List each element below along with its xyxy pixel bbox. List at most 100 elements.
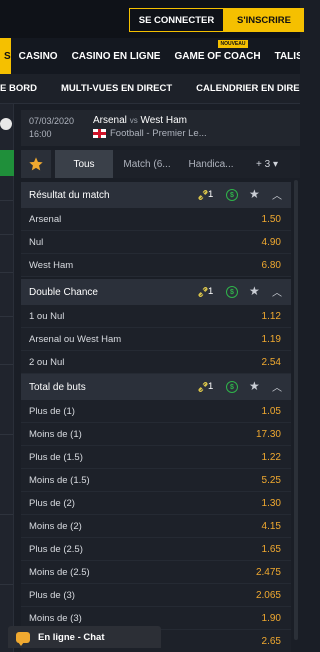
market-total-buts: Total de buts 1 $ ★ ︿ Plus de (1) 1.05 Mo… [21,374,291,652]
selection-label: Plus de (2.5) [29,544,83,555]
sidebar [0,104,14,652]
market-title: Résultat du match [29,189,110,201]
odds-row[interactable]: 2 ou Nul 2.54 [21,351,291,374]
market-header[interactable]: Total de buts 1 $ ★ ︿ [21,374,291,400]
sub-nav-multi-vues[interactable]: MULTI-VUES EN DIRECT [61,83,172,94]
odds-row[interactable]: Arsenal 1.50 [21,208,291,231]
odds-value: 4.90 [261,237,281,248]
market-header[interactable]: Double Chance 1 $ ★ ︿ [21,279,291,305]
selection-label: Plus de (2) [29,498,75,509]
selection-label: Moins de (3) [29,613,82,624]
odds-value: 2.065 [255,590,281,601]
chevron-up-icon[interactable]: ︿ [272,284,282,299]
chevron-up-icon[interactable]: ︿ [272,379,282,394]
nav-item-active[interactable]: S [0,38,11,74]
sub-nav-tableau-de-bord[interactable]: E BORD [0,83,37,94]
sidebar-divider [0,234,13,235]
selection-label: Moins de (2.5) [29,567,90,578]
away-team: West Ham [140,115,187,126]
chevron-up-icon[interactable]: ︿ [272,187,282,202]
match-time: 16:00 [29,129,52,139]
selection-label: 2 ou Nul [29,357,65,368]
star-icon[interactable]: ★ [249,187,260,201]
sidebar-divider [0,272,13,273]
sidebar-divider [0,316,13,317]
odds-value: 5.25 [261,475,281,486]
tab-tous[interactable]: Tous [55,150,113,178]
odds-value: 17.30 [255,429,281,440]
selection-label: Plus de (3) [29,590,75,601]
selection-label: Moins de (2) [29,521,82,532]
chat-bubble-icon [16,631,30,646]
odds-row[interactable]: West Ham 6.80 [21,254,291,277]
signup-button[interactable]: S'INSCRIRE [224,8,304,32]
star-icon [29,157,43,171]
selection-label: Plus de (1) [29,406,75,417]
odds-row[interactable]: Plus de (2) 1.30 [21,492,291,515]
sidebar-divider [0,200,13,201]
odds-row[interactable]: Nul 4.90 [21,231,291,254]
star-icon[interactable]: ★ [249,284,260,298]
odds-row[interactable]: Plus de (3) 2.065 [21,584,291,607]
odds-value: 1.12 [261,311,281,322]
tab-match[interactable]: Match (6... [117,150,177,178]
scrollbar[interactable] [294,180,298,640]
odds-row[interactable]: Moins de (2.5) 2.475 [21,561,291,584]
odds-row[interactable]: Moins de (1) 17.30 [21,423,291,446]
sidebar-divider [0,364,13,365]
dollar-icon: $ [226,189,238,201]
odds-value: 1.50 [261,214,281,225]
favorites-tab[interactable] [21,150,51,178]
selection-label: Moins de (1) [29,429,82,440]
market-header[interactable]: Résultat du match 1 $ ★ ︿ [21,182,291,208]
competition-label: Football - Premier Le... [110,128,207,139]
odds-value: 1.30 [261,498,281,509]
selection-label: Arsenal [29,214,62,225]
home-team: Arsenal [93,115,127,126]
sidebar-divider [0,584,13,585]
selection-label: Moins de (1.5) [29,475,90,486]
sidebar-divider [0,434,13,435]
odds-row[interactable]: Plus de (2.5) 1.65 [21,538,291,561]
odds-value: 1.90 [261,613,281,624]
chat-button[interactable]: En ligne - Chat [8,626,161,648]
market-title: Total de buts [29,381,86,393]
odds-value: 2.475 [255,567,281,578]
odds-value: 1.65 [261,544,281,555]
chat-label: En ligne - Chat [38,631,105,643]
nav-item-talisman[interactable]: TALISMAN [275,51,300,62]
match-header[interactable]: 07/03/2020 16:00 Arsenal vs West Ham Foo… [21,110,300,146]
link-count: 1 [208,189,214,200]
new-badge: NOUVEAU [218,39,248,48]
match-date: 07/03/2020 [29,116,75,126]
top-bar: SE CONNECTER S'INSCRIRE [0,0,304,38]
odds-row[interactable]: Arsenal ou West Ham 1.19 [21,328,291,351]
selection-label: 1 ou Nul [29,311,65,322]
odds-row[interactable]: Plus de (1) 1.05 [21,400,291,423]
nav-item-label: GAME OF COACH [174,50,261,62]
odds-value: 1.05 [261,406,281,417]
odds-value: 6.80 [261,260,281,271]
selection-label: Arsenal ou West Ham [29,334,122,345]
sidebar-divider [0,514,13,515]
login-button[interactable]: SE CONNECTER [129,8,224,32]
match-competition: Football - Premier Le... [93,128,207,139]
nav-item-casino-en-ligne[interactable]: CASINO EN LIGNE [72,51,161,62]
link-icon [198,190,208,200]
selection-label: Nul [29,237,44,248]
odds-row[interactable]: Plus de (1.5) 1.22 [21,446,291,469]
sidebar-toggle[interactable] [0,118,12,130]
odds-row[interactable]: Moins de (1.5) 5.25 [21,469,291,492]
tab-more[interactable]: + 3 ▾ [245,150,289,178]
sub-nav-calendrier[interactable]: CALENDRIER EN DIRECT [196,83,300,94]
nav-item-casino[interactable]: CASINO [19,51,58,62]
odds-row[interactable]: 1 ou Nul 1.12 [21,305,291,328]
nav-item-game-of-coach[interactable]: GAME OF COACH NOUVEAU [174,39,261,62]
market-resultat: Résultat du match 1 $ ★ ︿ Arsenal 1.50 Nu… [21,182,291,277]
link-icon [198,287,208,297]
selection-label: Plus de (1.5) [29,452,83,463]
tab-handicap[interactable]: Handica... [181,150,241,178]
odds-value: 1.22 [261,452,281,463]
star-icon[interactable]: ★ [249,379,260,393]
odds-row[interactable]: Moins de (2) 4.15 [21,515,291,538]
